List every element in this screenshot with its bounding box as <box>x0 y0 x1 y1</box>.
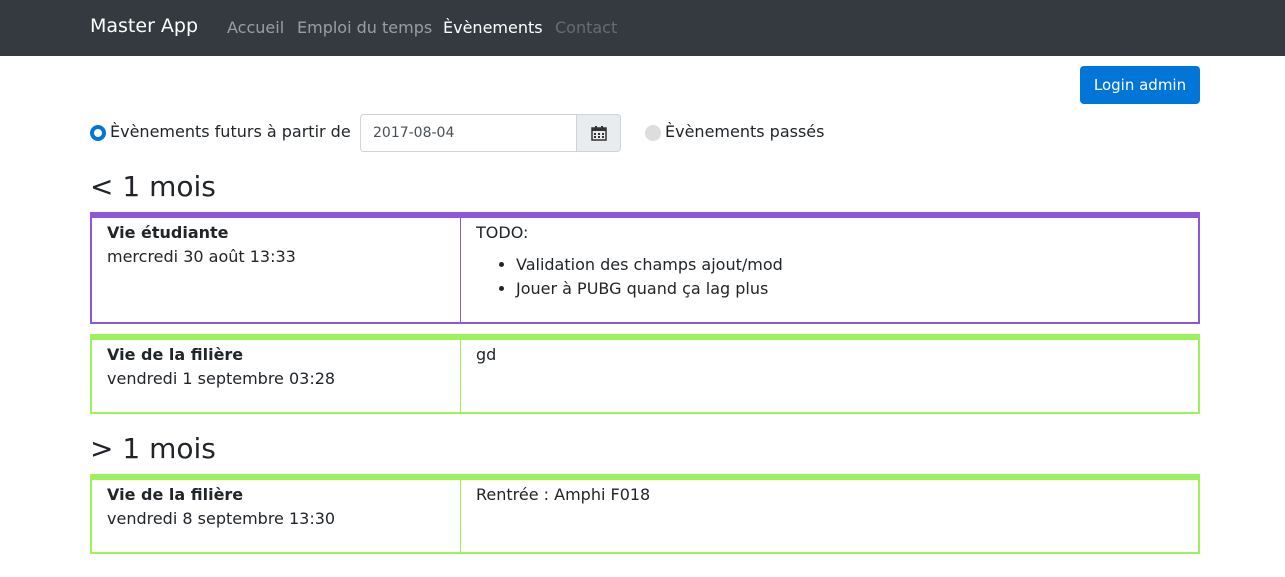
event-category: Vie étudiante <box>107 223 229 242</box>
section-title-less-1-month: < 1 mois <box>90 170 216 203</box>
brand-link[interactable]: Master App <box>90 15 198 37</box>
login-admin-button[interactable]: Login admin <box>1080 66 1200 104</box>
calendar-button[interactable] <box>576 114 621 152</box>
event-date: vendredi 8 septembre 13:30 <box>107 509 336 528</box>
event-card: Vie de la filière vendredi 1 septembre 0… <box>90 334 1200 414</box>
event-description: Rentrée : Amphi F018 <box>476 485 651 504</box>
event-category: Vie de la filière <box>107 485 244 504</box>
event-meta: Vie de la filière vendredi 8 septembre 1… <box>92 480 461 552</box>
nav-evenements[interactable]: Èvènements <box>443 18 543 37</box>
past-events-radio[interactable] <box>645 125 661 141</box>
event-todo-list: Validation des champs ajout/mod Jouer à … <box>476 253 1183 301</box>
calendar-icon <box>590 126 607 141</box>
navbar: Master App Accueil Emploi du temps Èvène… <box>0 0 1285 56</box>
event-date: vendredi 1 septembre 03:28 <box>107 369 336 388</box>
event-body: gd <box>461 340 1198 412</box>
event-description: gd <box>476 345 497 364</box>
event-meta: Vie étudiante mercredi 30 août 13:33 <box>92 218 461 322</box>
future-events-label[interactable]: Èvènements futurs à partir de <box>110 122 351 141</box>
nav-emploi-du-temps[interactable]: Emploi du temps <box>297 18 432 37</box>
event-body: Rentrée : Amphi F018 <box>461 480 1198 552</box>
section-title-more-1-month: > 1 mois <box>90 432 216 465</box>
event-card: Vie de la filière vendredi 8 septembre 1… <box>90 474 1200 554</box>
event-date: mercredi 30 août 13:33 <box>107 247 296 266</box>
event-category: Vie de la filière <box>107 345 244 364</box>
nav-accueil[interactable]: Accueil <box>227 18 284 37</box>
list-item: Validation des champs ajout/mod <box>516 253 1183 277</box>
future-events-radio[interactable] <box>90 125 106 141</box>
list-item: Jouer à PUBG quand ça lag plus <box>516 277 1183 301</box>
event-card: Vie étudiante mercredi 30 août 13:33 TOD… <box>90 212 1200 324</box>
event-body: TODO: Validation des champs ajout/mod Jo… <box>461 218 1198 322</box>
event-meta: Vie de la filière vendredi 1 septembre 0… <box>92 340 461 412</box>
event-description: TODO: <box>476 223 529 242</box>
past-events-label[interactable]: Èvènements passés <box>665 122 824 141</box>
nav-contact[interactable]: Contact <box>555 18 617 37</box>
date-input[interactable]: 2017-08-04 <box>360 114 577 152</box>
